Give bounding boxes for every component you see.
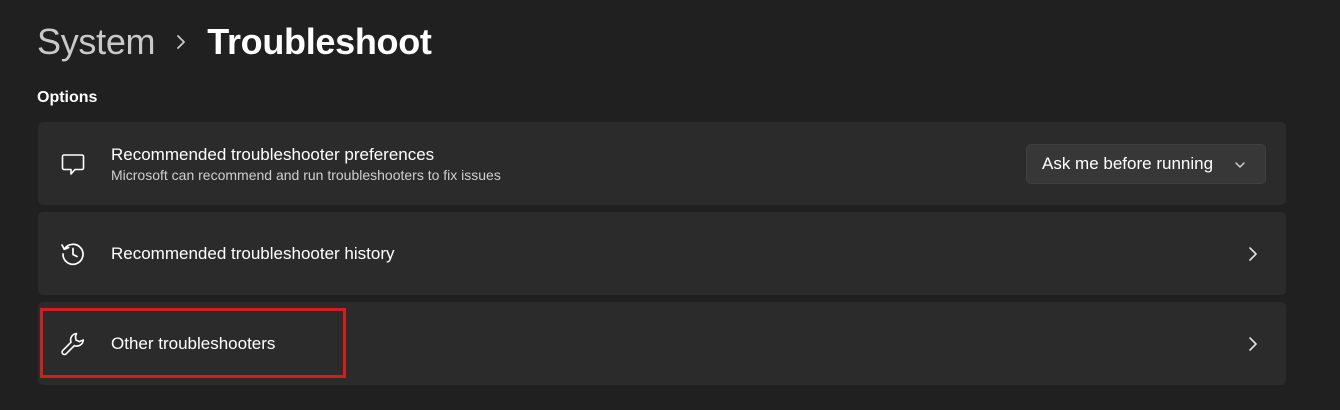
chat-bubble-icon (58, 149, 88, 179)
troubleshooter-preference-dropdown[interactable]: Ask me before running (1026, 143, 1266, 184)
other-troubleshooters-title: Other troubleshooters (111, 333, 276, 353)
recommended-preferences-card: Recommended troubleshooter preferences M… (38, 122, 1286, 205)
settings-page: System Troubleshoot Options Recommended … (0, 0, 1340, 410)
wrench-icon (58, 329, 88, 359)
dropdown-selected-value: Ask me before running (1042, 153, 1214, 173)
troubleshooter-history-card[interactable]: Recommended troubleshooter history (38, 212, 1286, 295)
recommended-preferences-description: Microsoft can recommend and run troubles… (111, 166, 501, 183)
recommended-preferences-text: Recommended troubleshooter preferences M… (111, 144, 501, 184)
breadcrumb-separator-icon (175, 33, 187, 51)
chevron-right-icon (1246, 244, 1260, 264)
troubleshooter-history-title: Recommended troubleshooter history (111, 243, 395, 263)
other-troubleshooters-text: Other troubleshooters (111, 333, 275, 355)
breadcrumb: System Troubleshoot (37, 18, 432, 66)
history-icon (58, 239, 88, 269)
chevron-right-icon (1246, 334, 1260, 354)
recommended-preferences-title: Recommended troubleshooter preferences (111, 144, 435, 164)
troubleshooter-history-text: Recommended troubleshooter history (111, 243, 394, 265)
breadcrumb-system-link[interactable]: System (37, 21, 156, 63)
chevron-down-icon (1233, 157, 1247, 177)
page-title: Troubleshoot (207, 21, 432, 62)
other-troubleshooters-card[interactable]: Other troubleshooters (38, 302, 1286, 385)
section-title-options: Options (37, 89, 98, 106)
